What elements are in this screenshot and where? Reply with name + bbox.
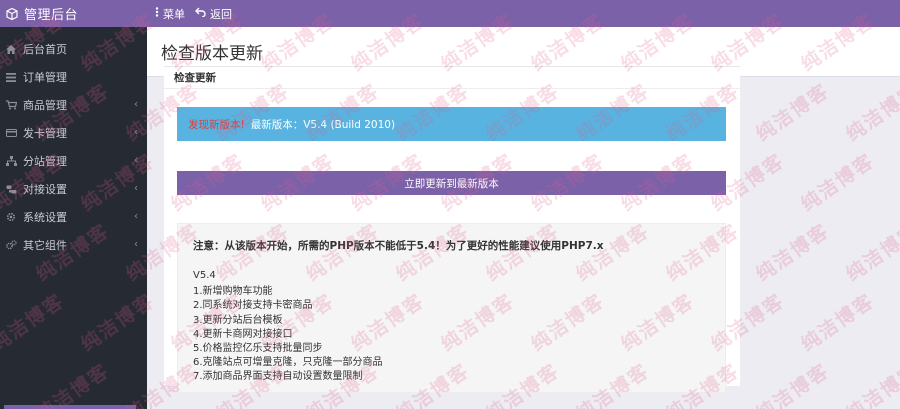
top-bar: 管理后台 菜单 返回 (0, 0, 900, 27)
sidebar-item-label: 分站管理 (23, 155, 67, 168)
release-version: V5.4 (193, 270, 216, 281)
menu-label: 菜单 (163, 7, 185, 21)
chevron-left-icon: ‹ (134, 211, 138, 222)
sidebar-item-orders[interactable]: 订单管理 (0, 63, 147, 91)
home-icon (5, 43, 17, 55)
release-notes: 注意：从该版本开始，所需的PHP版本不能低于5.4！为了更好的性能建议使用PHP… (177, 223, 726, 393)
menu-toggle-button[interactable]: 菜单 (155, 6, 185, 22)
brand[interactable]: 管理后台 (0, 0, 147, 27)
new-version-alert: 发现新版本! 最新版本：V5.4 (Build 2010) (177, 107, 726, 141)
sidebar-item-system-settings[interactable]: 系统设置 ‹ (0, 203, 147, 231)
link-icon (5, 183, 17, 195)
sidebar-item-label: 后台首页 (23, 43, 67, 56)
chevron-left-icon: ‹ (134, 155, 138, 166)
cogs-icon (5, 239, 17, 251)
chevron-left-icon: ‹ (134, 99, 138, 110)
vertical-ellipsis-icon (155, 7, 159, 20)
chevron-left-icon: ‹ (134, 183, 138, 194)
php-version-notice: 注意：从该版本开始，所需的PHP版本不能低于5.4！为了更好的性能建议使用PHP… (193, 240, 604, 252)
update-check-panel: 检查更新 发现新版本! 最新版本：V5.4 (Build 2010) 立即更新到… (164, 66, 740, 393)
cube-icon (6, 7, 18, 20)
sidebar-item-substations[interactable]: 分站管理 ‹ (0, 147, 147, 175)
back-button[interactable]: 返回 (195, 6, 232, 22)
sitemap-icon (5, 155, 17, 167)
back-label: 返回 (210, 7, 232, 21)
page-title: 检查版本更新 (161, 44, 263, 64)
list-item: 7.添加商品界面支持自动设置数量限制 (193, 371, 363, 383)
list-icon (5, 71, 17, 83)
chevron-left-icon: ‹ (134, 127, 138, 138)
update-now-button[interactable]: 立即更新到最新版本 (177, 171, 726, 195)
sidebar-item-cards[interactable]: 发卡管理 ‹ (0, 119, 147, 147)
sidebar-item-other-components[interactable]: 其它组件 ‹ (0, 231, 147, 259)
chevron-left-icon: ‹ (134, 239, 138, 250)
alert-version-text: 最新版本：V5.4 (Build 2010) (250, 118, 396, 131)
list-item: 1.新增购物车功能 (193, 286, 273, 298)
list-item: 2.同系统对接支持卡密商品 (193, 300, 313, 312)
sidebar: 后台首页 订单管理 商品管理 ‹ 发卡管理 ‹ 分站管理 ‹ 对接设置 ‹ 系统… (0, 27, 147, 409)
sidebar-bottom-bar (4, 405, 136, 409)
list-item: 5.价格监控亿乐支持批量同步 (193, 343, 323, 355)
list-item: 3.更新分站后台模板 (193, 314, 283, 326)
list-item: 6.克隆站点可增量克隆，只克隆一部分商品 (193, 357, 383, 369)
sidebar-item-label: 商品管理 (23, 99, 67, 112)
sidebar-item-integration[interactable]: 对接设置 ‹ (0, 175, 147, 203)
list-item: 4.更新卡商网对接接口 (193, 328, 293, 340)
sidebar-item-label: 订单管理 (23, 71, 67, 84)
gear-icon (5, 211, 17, 223)
sidebar-item-label: 其它组件 (23, 239, 67, 252)
sidebar-item-label: 发卡管理 (23, 127, 67, 140)
sidebar-item-label: 对接设置 (23, 183, 67, 196)
undo-arrow-icon (195, 7, 206, 20)
panel-title: 检查更新 (164, 67, 740, 89)
brand-title: 管理后台 (24, 8, 79, 23)
sidebar-item-label: 系统设置 (23, 211, 67, 224)
sidebar-item-products[interactable]: 商品管理 ‹ (0, 91, 147, 119)
card-icon (5, 127, 17, 139)
cart-icon (5, 99, 17, 111)
sidebar-item-home[interactable]: 后台首页 (0, 35, 147, 63)
alert-warning-text: 发现新版本! (188, 118, 245, 131)
